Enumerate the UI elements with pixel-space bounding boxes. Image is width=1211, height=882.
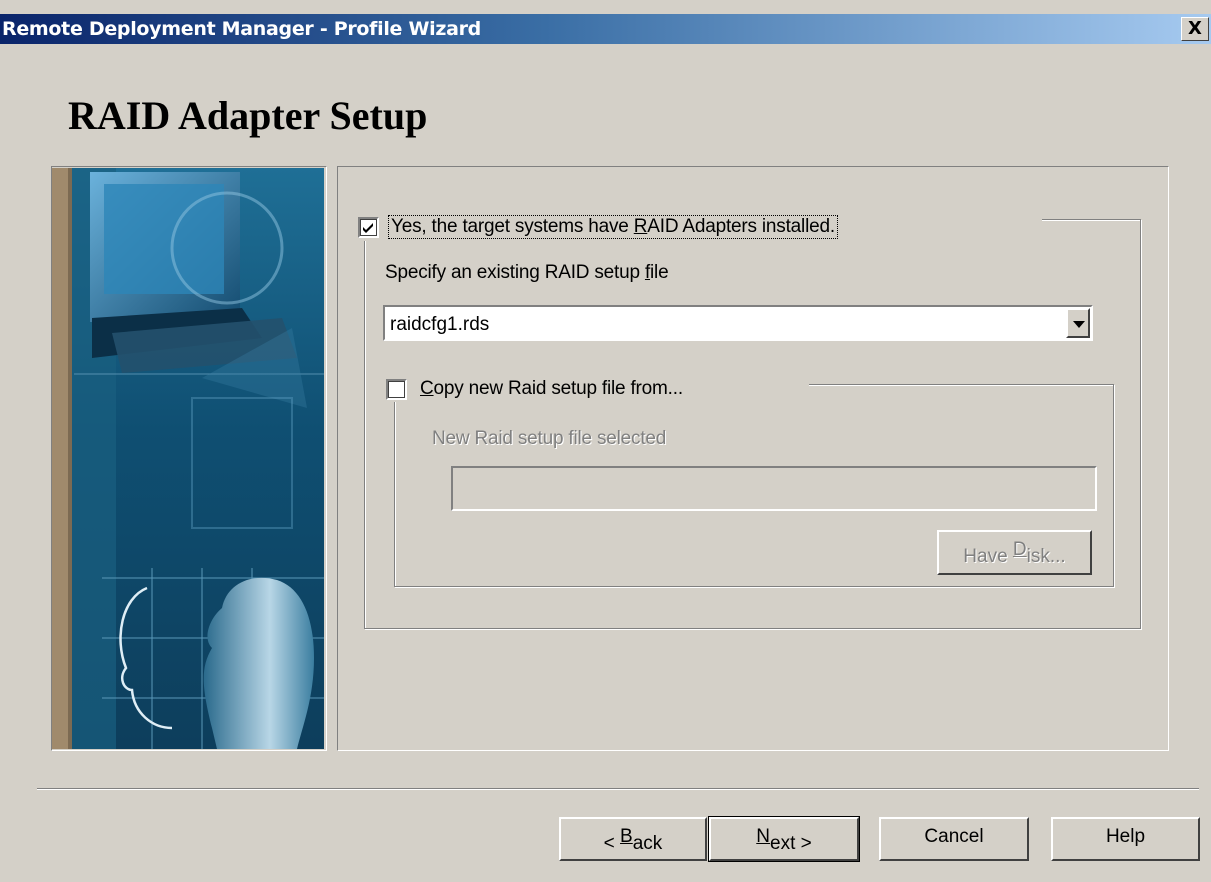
copy-checkbox-row[interactable]: Copy new Raid setup file from... [384, 374, 809, 402]
wizard-illustration [52, 168, 324, 749]
back-button[interactable]: < Back [559, 817, 707, 861]
footer-separator [37, 788, 1199, 790]
raid-adapters-label: Yes, the target systems have RAID Adapte… [388, 215, 838, 239]
page-title: RAID Adapter Setup [68, 93, 428, 138]
specify-setup-file-label: Specify an existing RAID setup file [385, 262, 669, 284]
new-raid-file-label: New Raid setup file selected [432, 428, 667, 450]
raid-setup-file-value: raidcfg1.rds [390, 314, 490, 335]
chevron-down-icon[interactable] [1066, 308, 1090, 338]
close-icon: X [1188, 18, 1202, 39]
wizard-illustration-icon [52, 168, 324, 749]
raid-setup-file-select[interactable]: raidcfg1.rds [383, 305, 1093, 341]
help-label: Help [1105, 826, 1146, 847]
raid-adapters-checkbox[interactable] [358, 217, 379, 238]
window-title: Remote Deployment Manager - Profile Wiza… [2, 18, 481, 40]
new-raid-file-field[interactable] [451, 466, 1097, 511]
close-button[interactable]: X [1181, 17, 1209, 41]
title-bar: Remote Deployment Manager - Profile Wiza… [0, 14, 1211, 44]
have-disk-button[interactable]: Have Disk... [937, 530, 1092, 575]
cancel-label: Cancel [924, 826, 984, 847]
copy-raid-file-label: Copy new Raid setup file from... [420, 378, 683, 399]
raid-checkbox-row[interactable]: Yes, the target systems have RAID Adapte… [356, 213, 1042, 241]
cancel-button[interactable]: Cancel [879, 817, 1029, 861]
next-label: Next > [756, 826, 812, 854]
copy-raid-file-checkbox[interactable] [386, 379, 407, 400]
next-button[interactable]: Next > [708, 816, 860, 862]
checkmark-icon [363, 223, 373, 233]
help-button[interactable]: Help [1051, 817, 1200, 861]
have-disk-label: Have Disk... [963, 539, 1066, 567]
back-label: < Back [603, 826, 663, 854]
